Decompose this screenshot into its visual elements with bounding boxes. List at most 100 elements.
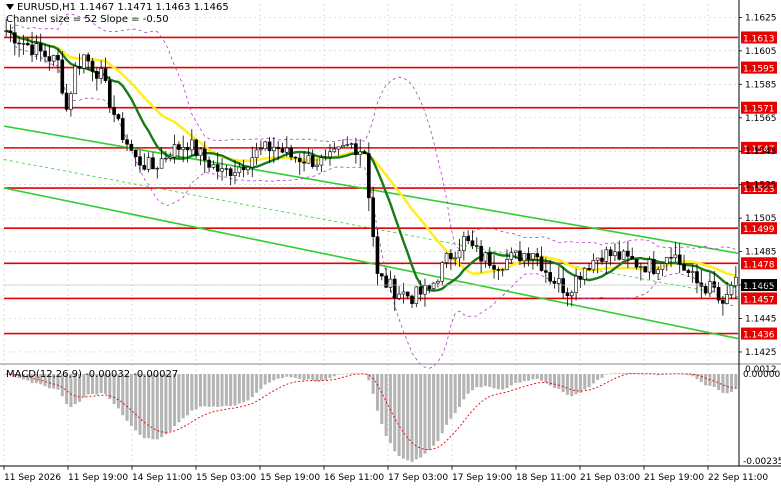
candle-body [734,276,738,287]
macd-histogram-bar [505,374,509,389]
candle-body [651,259,656,274]
macd-histogram-bar [704,374,708,386]
candle-body [51,55,56,62]
time-tick-label: 18 Sep 11:00 [516,473,576,483]
candle-body [544,270,548,273]
macd-histogram-bar [540,374,544,381]
candle-body [410,295,414,304]
candle-body [621,250,626,260]
macd-histogram-bar [721,374,725,393]
macd-histogram-bar [622,373,626,374]
macd-histogram-bar [233,374,237,406]
candle-body [185,147,190,151]
candle-body [643,266,647,273]
candle-body [716,287,721,301]
macd-histogram-bar [207,374,211,407]
candle-body [660,263,665,270]
candle-body [254,149,259,159]
macd-histogram-bar [155,374,159,440]
candle-body [73,66,78,95]
macd-histogram-bar [302,374,306,380]
level-label: 1.1613 [743,34,775,44]
candle-body [228,168,233,177]
candle-body [574,275,578,293]
candle-body [423,285,427,295]
price-candles: 1.1465 [4,19,777,316]
macd-histogram-bar [337,374,341,375]
macd-histogram-bar [220,374,224,407]
macd-tick-label: 0.00000 [743,370,780,380]
candle-body [341,145,345,148]
candle-body [630,256,635,260]
candle-body [436,280,440,284]
candle-body [367,153,371,199]
candle-body [444,253,449,263]
macd-histogram-bar [194,374,198,410]
candle-body [526,253,531,260]
price-tick-label: 1.1525 [745,181,777,191]
candle-body [466,236,470,242]
macd-histogram-bar [401,374,405,459]
macd-histogram-bar [410,374,414,462]
macd-histogram-bar [509,374,513,386]
macd-histogram-bar [492,374,496,389]
candle-body [168,156,173,159]
candle-body [414,286,419,304]
candle-body [686,270,691,273]
candle-body [487,252,492,266]
macd-histogram-bar [432,374,436,446]
candle-body [64,92,69,110]
macd-histogram-bar [552,374,557,389]
candle-body [682,264,686,271]
candle-body [578,275,583,280]
candle-body [703,286,708,294]
macd-histogram-bar [427,374,431,451]
candle-body [626,250,630,257]
macd-histogram-bar [725,374,729,394]
macd-histogram-bar [125,374,129,421]
time-tick-label: 17 Sep 19:00 [452,473,512,483]
candle-body [211,164,216,168]
candle-body [146,157,151,170]
macd-histogram-bar [496,374,500,390]
price-tick-label: 1.1445 [745,315,777,325]
candle-body [138,156,142,166]
macd-histogram-bar [350,373,354,375]
macd-histogram-bar [268,374,272,383]
macd-histogram-bar [177,374,181,423]
dropdown-triangle-icon [6,4,14,10]
candle-body [82,54,86,69]
candle-body [690,271,695,273]
price-tick-label: 1.1465 [745,281,777,291]
macd-histogram-bar [388,374,392,444]
candle-body [125,139,129,145]
macd-histogram-bar [600,374,604,378]
candle-body [207,159,211,168]
macd-histogram-bar [730,374,734,392]
candle-body [639,266,643,268]
macd-histogram-bar [591,374,595,384]
macd-histogram-bar [280,374,284,379]
candle-body [306,155,311,164]
macd-histogram-bar [458,374,462,408]
candle-body [379,273,384,277]
candle-body [107,80,112,108]
candle-body [284,147,289,153]
macd-histogram-bar [578,374,582,393]
candle-body [319,157,324,166]
candle-body [505,259,509,270]
macd-histogram-bar [324,374,328,380]
candle-body [608,249,613,257]
candle-body [310,155,315,167]
candle-body [133,150,138,158]
macd-histogram-bar [255,374,259,393]
candle-body [479,245,483,262]
candle-body [194,139,198,156]
macd-histogram-bar [138,374,142,435]
candle-body [725,294,730,304]
macd-histogram-bar [328,374,332,379]
candle-body [202,148,207,161]
macd-histogram-bar [522,374,526,382]
candle-body [708,281,712,294]
candle-body [453,257,458,260]
